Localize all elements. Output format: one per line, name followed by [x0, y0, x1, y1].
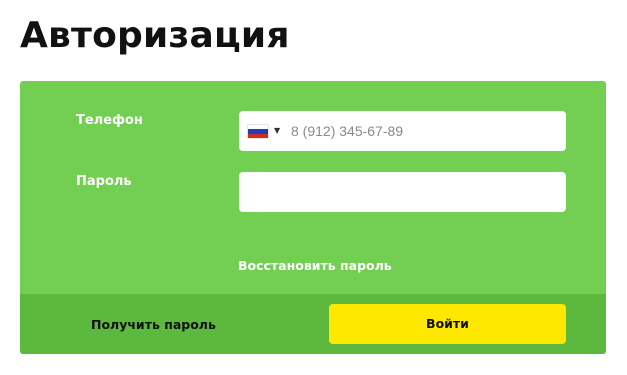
- form-footer: Получить пароль Войти: [20, 294, 606, 354]
- auth-page: Авторизация Телефон ▼ 8 (912) 345-67-89 …: [0, 0, 627, 375]
- phone-input[interactable]: 8 (912) 345-67-89: [291, 111, 403, 151]
- page-title: Авторизация: [20, 15, 290, 56]
- restore-password-link[interactable]: Восстановить пароль: [238, 258, 392, 273]
- russia-flag-icon[interactable]: [248, 125, 268, 138]
- login-button[interactable]: Войти: [329, 304, 566, 344]
- login-form-card: Телефон ▼ 8 (912) 345-67-89 Пароль Восст…: [20, 81, 606, 354]
- password-field[interactable]: [239, 172, 566, 212]
- chevron-down-icon[interactable]: ▼: [274, 122, 280, 140]
- phone-label: Телефон: [76, 113, 143, 128]
- password-label: Пароль: [76, 174, 132, 189]
- get-password-button[interactable]: Получить пароль: [91, 317, 216, 332]
- phone-field[interactable]: ▼ 8 (912) 345-67-89: [239, 111, 566, 151]
